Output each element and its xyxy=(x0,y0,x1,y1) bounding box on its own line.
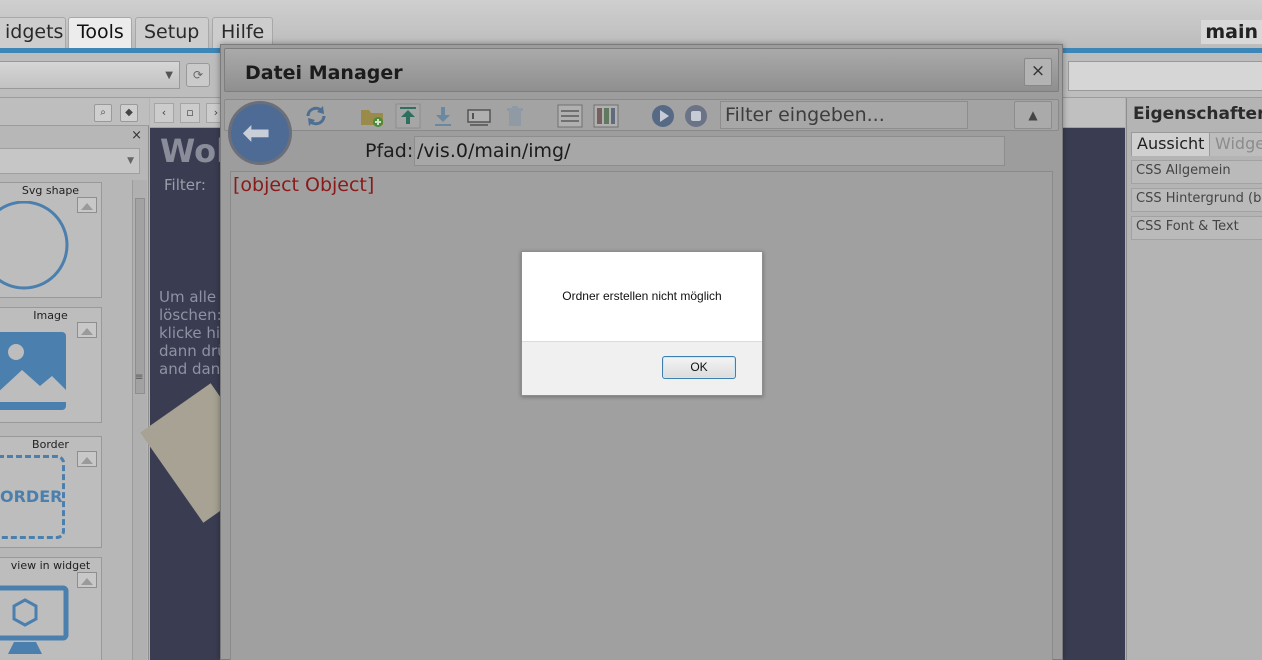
widget-card-svg-shape[interactable]: Svg shape xyxy=(0,182,102,298)
alert-dialog: Ordner erstellen nicht möglich OK xyxy=(521,251,763,396)
prop-row-css-background[interactable]: CSS Hintergrund (ba xyxy=(1131,188,1262,212)
widget-card-image[interactable]: Image xyxy=(0,307,102,423)
canvas-help-text: Um alle W löschen: klicke hie dann drü a… xyxy=(159,288,229,378)
widget-card-label: Image xyxy=(33,309,68,322)
file-manager-toolbar: ▲ xyxy=(224,99,1059,131)
palette-toolbar: ⌕ ◆ xyxy=(0,98,149,126)
path-field[interactable]: /vis.0/main/img/ xyxy=(414,136,1005,166)
error-text: [object Object] xyxy=(233,174,375,196)
project-name: main xyxy=(1201,20,1262,44)
chevron-left-icon[interactable]: ‹ xyxy=(154,103,174,123)
palette-scrollbar[interactable]: ≡ xyxy=(132,180,147,660)
scrollbar-thumb[interactable] xyxy=(135,198,145,394)
canvas-text-line: löschen: xyxy=(159,306,222,324)
monitor-cube-icon xyxy=(0,585,69,654)
alert-footer: OK xyxy=(522,341,762,395)
delete-icon[interactable] xyxy=(502,103,528,129)
close-button[interactable]: × xyxy=(1024,58,1052,86)
toolbar-input[interactable] xyxy=(1068,61,1262,91)
widget-card-label: view in widget xyxy=(10,559,91,572)
widget-card-label: Border xyxy=(32,438,69,451)
file-list-area[interactable]: [object Object] xyxy=(230,171,1053,660)
play-icon[interactable] xyxy=(650,103,676,129)
palette-filter-select[interactable]: ▼ xyxy=(0,148,140,174)
arrow-left-icon: ⬅ xyxy=(242,113,271,153)
upload-icon[interactable] xyxy=(395,103,421,129)
widget-card-border[interactable]: Border ORDER xyxy=(0,436,102,548)
tab-aussicht[interactable]: Aussicht xyxy=(1131,132,1211,156)
tab-widget[interactable]: Widge xyxy=(1209,132,1262,156)
back-button[interactable]: ⬅ xyxy=(228,101,292,165)
border-preview-text: ORDER xyxy=(0,487,63,506)
file-manager-titlebar: Datei Manager × xyxy=(224,48,1059,92)
menu-tab-tools[interactable]: Tools xyxy=(68,17,132,48)
grid-view-icon[interactable] xyxy=(593,103,619,129)
properties-panel: Eigenschaften Aussicht Widge CSS Allgeme… xyxy=(1126,98,1262,660)
canvas-text-line: and dann xyxy=(159,360,229,378)
canvas-filter-label: Filter: xyxy=(164,176,206,194)
download-icon[interactable] xyxy=(430,103,456,129)
grip-icon: ≡ xyxy=(135,372,144,383)
view-select[interactable]: ▼ xyxy=(0,61,180,89)
refresh-icon[interactable] xyxy=(303,103,329,129)
canvas-text-line: dann drü xyxy=(159,342,227,360)
dialog-title: Datei Manager xyxy=(245,62,403,84)
rename-icon[interactable] xyxy=(466,103,492,129)
sync-icon[interactable]: ⟳ xyxy=(186,63,210,87)
widget-card-view-in-widget[interactable]: view in widget xyxy=(0,557,102,660)
canvas-text-line: klicke hie xyxy=(159,324,229,342)
chevron-down-icon: ▼ xyxy=(165,70,173,81)
prop-row-css-general[interactable]: CSS Allgemein xyxy=(1131,160,1262,184)
prop-row-css-font[interactable]: CSS Font & Text xyxy=(1131,216,1262,240)
tag-icon[interactable]: ◆ xyxy=(120,104,138,122)
path-label: Pfad: xyxy=(365,140,414,162)
copy-icon[interactable]: ▫ xyxy=(180,103,200,123)
image-placeholder-icon xyxy=(77,451,97,467)
filter-input[interactable] xyxy=(720,101,968,129)
warning-icon[interactable]: ▲ xyxy=(1014,101,1052,129)
widget-card-label: Svg shape xyxy=(21,184,80,197)
ok-button[interactable]: OK xyxy=(662,356,736,379)
zoom-icon[interactable]: ⌕ xyxy=(94,104,112,122)
alert-message: Ordner erstellen nicht möglich xyxy=(562,289,722,303)
new-folder-icon[interactable] xyxy=(359,103,385,129)
chevron-down-icon: ▼ xyxy=(127,156,134,166)
widget-palette: ⌕ ◆ × ▼ ≡ Svg shape Image Border ORDER v… xyxy=(0,98,149,660)
close-icon[interactable]: × xyxy=(131,128,142,143)
menu-bar: idgets Tools Setup Hilfe main xyxy=(0,0,1262,48)
menu-tab-widgets[interactable]: idgets xyxy=(0,17,66,48)
menu-tab-setup[interactable]: Setup xyxy=(135,17,209,48)
properties-title: Eigenschaften xyxy=(1133,104,1262,124)
circle-shape-icon xyxy=(0,201,69,290)
list-view-icon[interactable] xyxy=(557,103,583,129)
canvas-text-line: Um alle W xyxy=(159,288,229,306)
stop-icon[interactable] xyxy=(683,103,709,129)
image-icon xyxy=(0,332,66,410)
